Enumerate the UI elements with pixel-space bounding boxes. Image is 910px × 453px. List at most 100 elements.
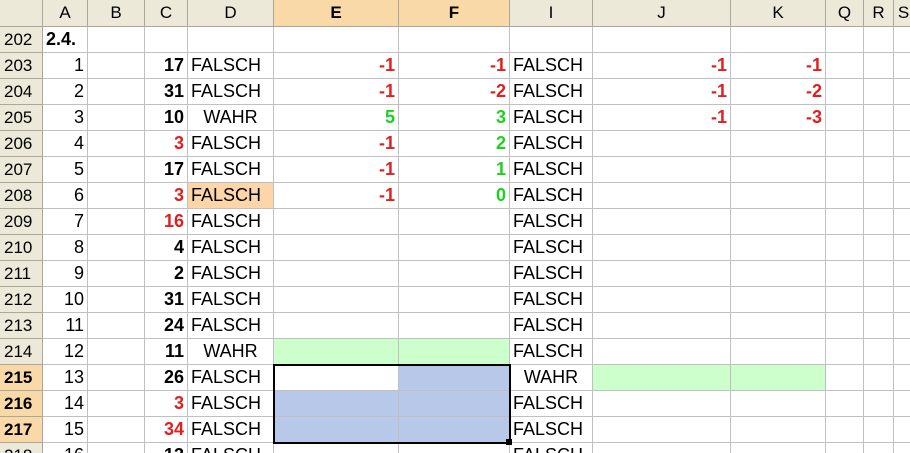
cell-c204[interactable]: 31: [145, 79, 188, 105]
cell-q214[interactable]: [826, 339, 864, 365]
cell-a205[interactable]: 3: [43, 105, 88, 131]
cell-i207[interactable]: FALSCH: [510, 157, 593, 183]
cell-s214[interactable]: [894, 339, 910, 365]
cell-a203[interactable]: 1: [43, 53, 88, 79]
cell-a213[interactable]: 11: [43, 313, 88, 339]
cell-k202[interactable]: [731, 27, 826, 53]
cell-c215[interactable]: 26: [145, 365, 188, 391]
cell-b210[interactable]: [88, 235, 145, 261]
cell-i217[interactable]: FALSCH: [510, 417, 593, 443]
cell-e209[interactable]: [274, 209, 399, 235]
cell-d218[interactable]: FALSCH: [188, 443, 274, 453]
row-header-207[interactable]: 207: [0, 157, 43, 183]
cell-j211[interactable]: [593, 261, 731, 287]
cell-c212[interactable]: 31: [145, 287, 188, 313]
cell-f211[interactable]: [399, 261, 510, 287]
cell-b212[interactable]: [88, 287, 145, 313]
cell-s218[interactable]: [894, 443, 910, 453]
cell-e204[interactable]: -1: [274, 79, 399, 105]
cell-d205[interactable]: WAHR: [188, 105, 274, 131]
cell-e217[interactable]: [274, 417, 399, 443]
cell-s212[interactable]: [894, 287, 910, 313]
cell-e206[interactable]: -1: [274, 131, 399, 157]
cell-f209[interactable]: [399, 209, 510, 235]
cell-k205[interactable]: -3: [731, 105, 826, 131]
cell-b215[interactable]: [88, 365, 145, 391]
cell-e212[interactable]: [274, 287, 399, 313]
row-header-216[interactable]: 216: [0, 391, 43, 417]
cell-d217[interactable]: FALSCH: [188, 417, 274, 443]
cell-j217[interactable]: [593, 417, 731, 443]
cell-q206[interactable]: [826, 131, 864, 157]
cell-a214[interactable]: 12: [43, 339, 88, 365]
cell-s208[interactable]: [894, 183, 910, 209]
cell-s203[interactable]: [894, 53, 910, 79]
row-header-214[interactable]: 214: [0, 339, 43, 365]
cell-f205[interactable]: 3: [399, 105, 510, 131]
cell-s213[interactable]: [894, 313, 910, 339]
cell-b211[interactable]: [88, 261, 145, 287]
cell-s202[interactable]: [894, 27, 910, 53]
cell-c207[interactable]: 17: [145, 157, 188, 183]
cell-r212[interactable]: [864, 287, 894, 313]
row-header-203[interactable]: 203: [0, 53, 43, 79]
cell-r217[interactable]: [864, 417, 894, 443]
row-header-208[interactable]: 208: [0, 183, 43, 209]
row-header-211[interactable]: 211: [0, 261, 43, 287]
cell-s207[interactable]: [894, 157, 910, 183]
cell-d208[interactable]: FALSCH: [188, 183, 274, 209]
cell-q204[interactable]: [826, 79, 864, 105]
cell-f213[interactable]: [399, 313, 510, 339]
cell-k218[interactable]: [731, 443, 826, 453]
cell-j212[interactable]: [593, 287, 731, 313]
cell-a210[interactable]: 8: [43, 235, 88, 261]
cell-s216[interactable]: [894, 391, 910, 417]
cell-f202[interactable]: [399, 27, 510, 53]
cell-f216[interactable]: [399, 391, 510, 417]
cell-e208[interactable]: -1: [274, 183, 399, 209]
cell-k213[interactable]: [731, 313, 826, 339]
cell-i209[interactable]: FALSCH: [510, 209, 593, 235]
cell-c210[interactable]: 4: [145, 235, 188, 261]
cell-q213[interactable]: [826, 313, 864, 339]
cell-q212[interactable]: [826, 287, 864, 313]
cell-k212[interactable]: [731, 287, 826, 313]
cell-d213[interactable]: FALSCH: [188, 313, 274, 339]
cell-r216[interactable]: [864, 391, 894, 417]
row-header-209[interactable]: 209: [0, 209, 43, 235]
cell-a215[interactable]: 13: [43, 365, 88, 391]
cell-c217[interactable]: 34: [145, 417, 188, 443]
cell-a212[interactable]: 10: [43, 287, 88, 313]
cell-i202[interactable]: [510, 27, 593, 53]
cell-c214[interactable]: 11: [145, 339, 188, 365]
cell-i214[interactable]: FALSCH: [510, 339, 593, 365]
cell-c218[interactable]: 13: [145, 443, 188, 453]
cell-j203[interactable]: -1: [593, 53, 731, 79]
cell-r215[interactable]: [864, 365, 894, 391]
cell-e213[interactable]: [274, 313, 399, 339]
cell-b213[interactable]: [88, 313, 145, 339]
cell-r203[interactable]: [864, 53, 894, 79]
cell-k216[interactable]: [731, 391, 826, 417]
cell-q216[interactable]: [826, 391, 864, 417]
cell-s205[interactable]: [894, 105, 910, 131]
cell-q207[interactable]: [826, 157, 864, 183]
cell-a202[interactable]: 2.4.: [43, 27, 88, 53]
cell-i212[interactable]: FALSCH: [510, 287, 593, 313]
cell-q209[interactable]: [826, 209, 864, 235]
cell-r218[interactable]: [864, 443, 894, 453]
cell-b214[interactable]: [88, 339, 145, 365]
cell-d204[interactable]: FALSCH: [188, 79, 274, 105]
cell-q211[interactable]: [826, 261, 864, 287]
cell-r202[interactable]: [864, 27, 894, 53]
cell-d203[interactable]: FALSCH: [188, 53, 274, 79]
cell-j210[interactable]: [593, 235, 731, 261]
cell-k203[interactable]: -1: [731, 53, 826, 79]
cell-s217[interactable]: [894, 417, 910, 443]
cell-s211[interactable]: [894, 261, 910, 287]
cell-r206[interactable]: [864, 131, 894, 157]
cell-f204[interactable]: -2: [399, 79, 510, 105]
cell-k209[interactable]: [731, 209, 826, 235]
cell-q205[interactable]: [826, 105, 864, 131]
row-header-215[interactable]: 215: [0, 365, 43, 391]
